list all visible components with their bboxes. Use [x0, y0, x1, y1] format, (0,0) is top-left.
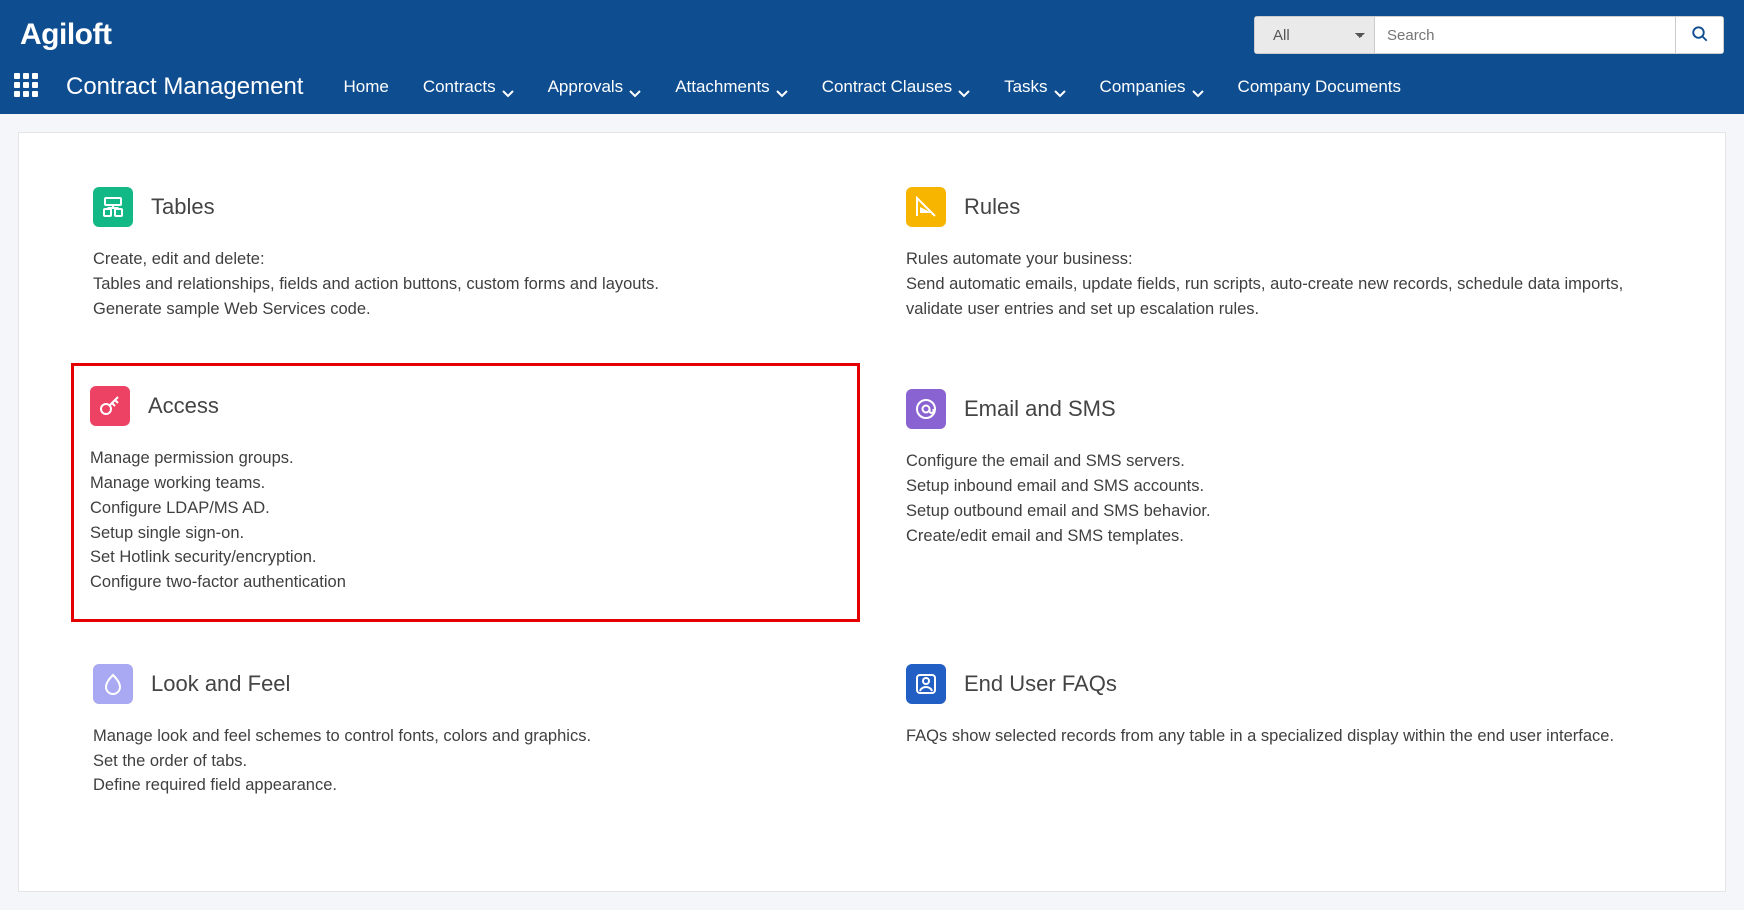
card-look-and-feel[interactable]: Look and Feel Manage look and feel schem…: [89, 660, 842, 802]
card-title: Tables: [151, 194, 215, 220]
card-line: Tables and relationships, fields and act…: [93, 272, 838, 297]
card-body: Manage permission groups. Manage working…: [90, 446, 841, 595]
search-filter-dropdown[interactable]: All: [1255, 17, 1375, 53]
faqs-icon: [906, 664, 946, 704]
card-line: Manage look and feel schemes to control …: [93, 724, 838, 749]
card-line: Send automatic emails, update fields, ru…: [906, 272, 1651, 322]
nav-contract-clauses[interactable]: Contract Clauses: [822, 77, 970, 97]
nav-label: Company Documents: [1238, 77, 1401, 97]
card-header: Tables: [93, 187, 838, 227]
nav-home[interactable]: Home: [343, 77, 388, 97]
card-line: Configure LDAP/MS AD.: [90, 496, 841, 521]
nav-label: Attachments: [675, 77, 770, 97]
card-line: Manage permission groups.: [90, 446, 841, 471]
card-body: Create, edit and delete: Tables and rela…: [93, 247, 838, 321]
access-icon: [90, 386, 130, 426]
card-line: Setup inbound email and SMS accounts.: [906, 474, 1651, 499]
card-title: End User FAQs: [964, 671, 1117, 697]
brand-logo[interactable]: Agiloft: [20, 18, 111, 52]
card-title: Look and Feel: [151, 671, 290, 697]
search-button[interactable]: [1675, 17, 1723, 53]
card-line: Setup outbound email and SMS behavior.: [906, 499, 1651, 524]
apps-icon[interactable]: [14, 73, 42, 101]
card-body: Configure the email and SMS servers. Set…: [906, 449, 1651, 548]
chevron-down-icon: [502, 83, 514, 91]
nav-contracts[interactable]: Contracts: [423, 77, 514, 97]
chevron-down-icon: [1192, 83, 1204, 91]
nav-label: Home: [343, 77, 388, 97]
card-line: Define required field appearance.: [93, 773, 838, 798]
email-icon: [906, 389, 946, 429]
card-title: Rules: [964, 194, 1020, 220]
card-header: End User FAQs: [906, 664, 1651, 704]
card-email-sms[interactable]: Email and SMS Configure the email and SM…: [902, 385, 1655, 600]
look-and-feel-icon: [93, 664, 133, 704]
card-line: Set Hotlink security/encryption.: [90, 545, 841, 570]
nav-label: Tasks: [1004, 77, 1047, 97]
search-icon: [1691, 25, 1709, 46]
card-line: Rules automate your business:: [906, 247, 1651, 272]
rules-icon: [906, 187, 946, 227]
nav-label: Approvals: [548, 77, 624, 97]
card-line: Manage working teams.: [90, 471, 841, 496]
card-end-user-faqs[interactable]: End User FAQs FAQs show selected records…: [902, 660, 1655, 802]
card-line: Configure two-factor authentication: [90, 570, 841, 595]
header: Agiloft All Contract Management Home: [0, 0, 1744, 114]
card-body: Manage look and feel schemes to control …: [93, 724, 838, 798]
setup-grid: Tables Create, edit and delete: Tables a…: [89, 183, 1655, 802]
card-line: Setup single sign-on.: [90, 521, 841, 546]
header-top: Agiloft All: [0, 0, 1744, 60]
card-body: Rules automate your business: Send autom…: [906, 247, 1651, 321]
search-bar: All: [1254, 16, 1724, 54]
card-line: FAQs show selected records from any tabl…: [906, 724, 1651, 749]
content-panel: Tables Create, edit and delete: Tables a…: [18, 132, 1726, 892]
card-rules[interactable]: Rules Rules automate your business: Send…: [902, 183, 1655, 325]
nav-company-documents[interactable]: Company Documents: [1238, 77, 1401, 97]
nav-items: Home Contracts Approvals Attachments Con…: [343, 77, 1401, 97]
nav-attachments[interactable]: Attachments: [675, 77, 788, 97]
nav-tasks[interactable]: Tasks: [1004, 77, 1065, 97]
card-line: Create, edit and delete:: [93, 247, 838, 272]
card-header: Email and SMS: [906, 389, 1651, 429]
card-tables[interactable]: Tables Create, edit and delete: Tables a…: [89, 183, 842, 325]
card-title: Email and SMS: [964, 396, 1116, 422]
navbar: Contract Management Home Contracts Appro…: [0, 60, 1744, 114]
nav-label: Contract Clauses: [822, 77, 952, 97]
card-header: Rules: [906, 187, 1651, 227]
card-header: Look and Feel: [93, 664, 838, 704]
card-body: FAQs show selected records from any tabl…: [906, 724, 1651, 749]
nav-approvals[interactable]: Approvals: [548, 77, 642, 97]
nav-label: Contracts: [423, 77, 496, 97]
card-line: Configure the email and SMS servers.: [906, 449, 1651, 474]
nav-companies[interactable]: Companies: [1100, 77, 1204, 97]
card-access[interactable]: Access Manage permission groups. Manage …: [71, 363, 860, 622]
card-line: Generate sample Web Services code.: [93, 297, 838, 322]
card-header: Access: [90, 386, 841, 426]
search-input[interactable]: [1375, 17, 1675, 53]
module-title: Contract Management: [66, 73, 303, 101]
card-line: Create/edit email and SMS templates.: [906, 524, 1651, 549]
chevron-down-icon: [958, 83, 970, 91]
nav-label: Companies: [1100, 77, 1186, 97]
chevron-down-icon: [1054, 83, 1066, 91]
card-line: Set the order of tabs.: [93, 749, 838, 774]
tables-icon: [93, 187, 133, 227]
card-title: Access: [148, 393, 219, 419]
chevron-down-icon: [776, 83, 788, 91]
chevron-down-icon: [629, 83, 641, 91]
